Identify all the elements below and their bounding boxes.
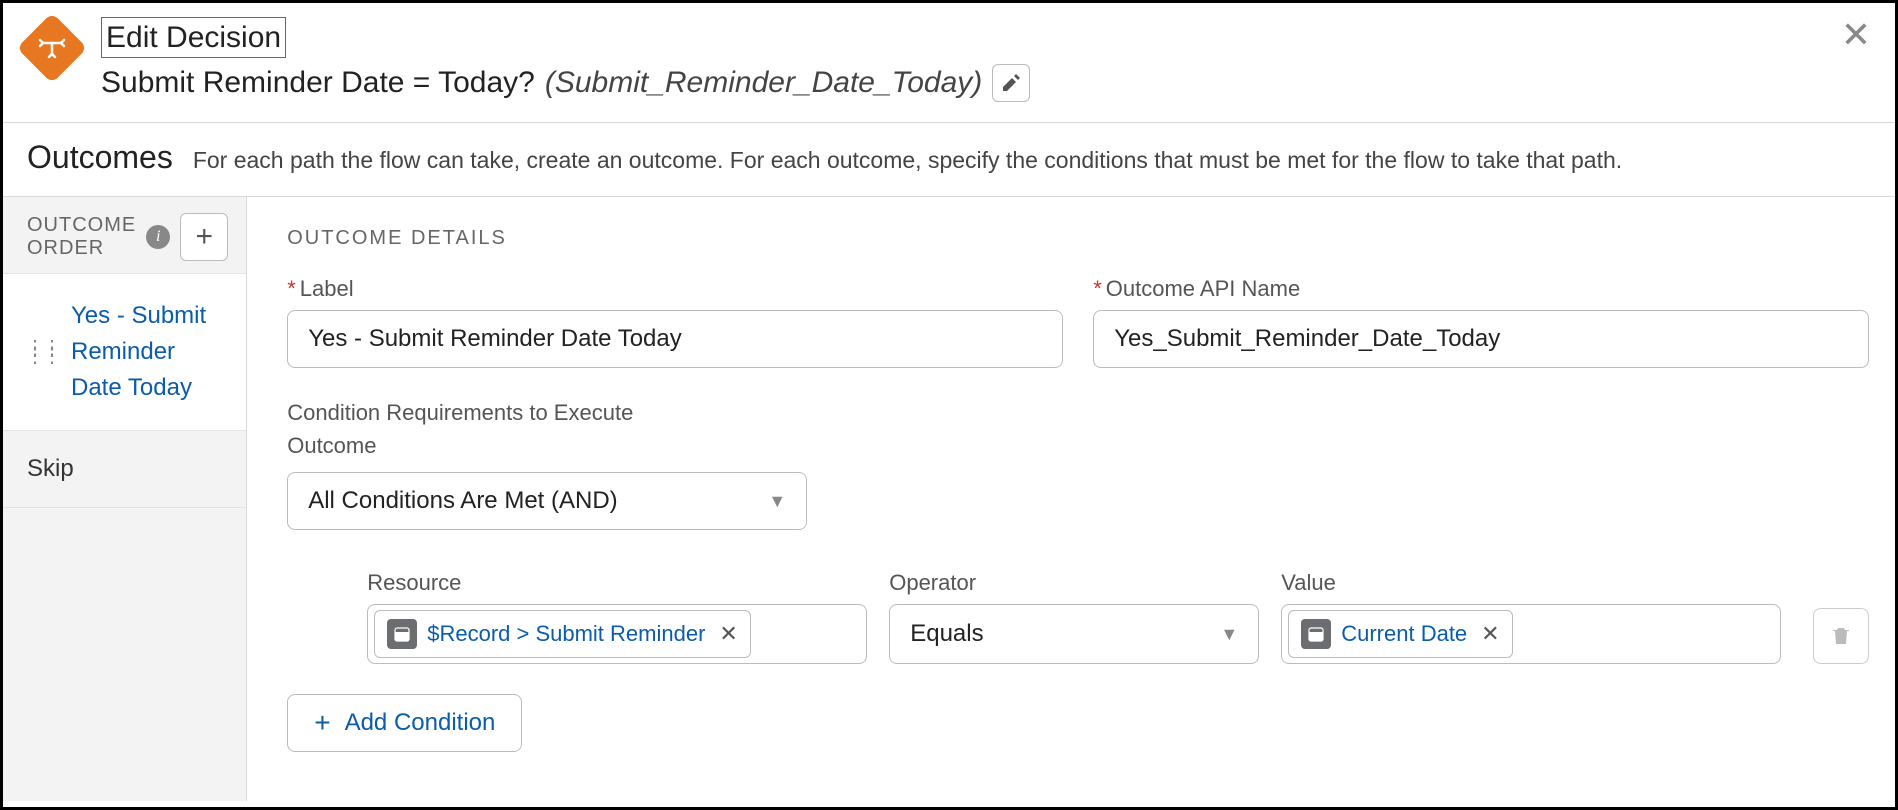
operator-select[interactable]: Equals ▼ bbox=[889, 604, 1259, 664]
outcome-item-label: Yes - Submit Reminder Date Today bbox=[71, 298, 226, 406]
value-clear-icon[interactable]: ✕ bbox=[1481, 621, 1499, 647]
edit-decision-modal: Edit Decision Submit Reminder Date = Tod… bbox=[0, 0, 1898, 810]
info-icon[interactable]: i bbox=[146, 225, 170, 249]
chevron-down-icon: ▼ bbox=[1220, 624, 1238, 645]
delete-condition-button[interactable] bbox=[1813, 608, 1869, 664]
label-input[interactable] bbox=[287, 310, 1063, 368]
modal-title: Edit Decision bbox=[101, 17, 286, 58]
decision-label: Submit Reminder Date = Today? bbox=[101, 66, 535, 100]
outcomes-description: For each path the flow can take, create … bbox=[193, 147, 1622, 174]
chevron-down-icon: ▼ bbox=[768, 491, 786, 512]
edit-label-button[interactable] bbox=[992, 64, 1030, 102]
outcome-item-yes[interactable]: ⋮⋮⋮⋮ Yes - Submit Reminder Date Today bbox=[3, 274, 246, 431]
outcome-details-panel: OUTCOME DETAILS *Label *Outcome API Name… bbox=[247, 197, 1898, 801]
resource-clear-icon[interactable]: ✕ bbox=[719, 621, 737, 647]
condition-row: Resource $Record > Submit Reminder ✕ Ope… bbox=[367, 570, 1869, 664]
add-condition-label: Add Condition bbox=[345, 709, 496, 737]
plus-icon: + bbox=[195, 220, 213, 254]
trash-icon bbox=[1829, 624, 1853, 648]
value-input[interactable]: Current Date ✕ bbox=[1281, 604, 1781, 664]
outcomes-header: Outcomes For each path the flow can take… bbox=[3, 123, 1895, 197]
outcomes-title: Outcomes bbox=[27, 139, 173, 176]
outcome-default-skip[interactable]: Skip bbox=[3, 431, 246, 508]
condition-requirements-value: All Conditions Are Met (AND) bbox=[308, 487, 617, 515]
resource-input[interactable]: $Record > Submit Reminder ✕ bbox=[367, 604, 867, 664]
drag-handle-icon[interactable]: ⋮⋮⋮⋮ bbox=[25, 344, 59, 360]
api-name-field-label: Outcome API Name bbox=[1106, 276, 1300, 301]
close-button[interactable]: ✕ bbox=[1841, 17, 1871, 53]
resource-pill-text: $Record > Submit Reminder bbox=[427, 621, 705, 647]
api-name-input[interactable] bbox=[1093, 310, 1869, 368]
outcome-details-heading: OUTCOME DETAILS bbox=[287, 227, 1869, 250]
value-column-label: Value bbox=[1281, 570, 1781, 596]
value-pill[interactable]: Current Date ✕ bbox=[1288, 610, 1512, 658]
label-field-label: Label bbox=[300, 276, 354, 301]
add-condition-button[interactable]: + Add Condition bbox=[287, 694, 522, 752]
date-icon bbox=[1301, 619, 1331, 649]
outcome-order-label: OUTCOME ORDER bbox=[27, 214, 136, 260]
resource-pill[interactable]: $Record > Submit Reminder ✕ bbox=[374, 610, 751, 658]
condition-requirements-select[interactable]: All Conditions Are Met (AND) ▼ bbox=[287, 472, 807, 530]
condition-requirements-label: Condition Requirements to Execute Outcom… bbox=[287, 396, 707, 462]
plus-icon: + bbox=[314, 707, 330, 739]
operator-column-label: Operator bbox=[889, 570, 1259, 596]
decision-icon bbox=[17, 13, 88, 84]
value-pill-text: Current Date bbox=[1341, 621, 1467, 647]
close-icon: ✕ bbox=[1841, 14, 1871, 55]
operator-value: Equals bbox=[910, 620, 983, 648]
pencil-icon bbox=[1001, 73, 1021, 93]
decision-api-name: (Submit_Reminder_Date_Today) bbox=[545, 66, 982, 100]
date-icon bbox=[387, 619, 417, 649]
modal-header: Edit Decision Submit Reminder Date = Tod… bbox=[3, 3, 1895, 123]
resource-column-label: Resource bbox=[367, 570, 867, 596]
add-outcome-button[interactable]: + bbox=[180, 213, 228, 261]
outcome-order-sidebar: OUTCOME ORDER i + ⋮⋮⋮⋮ Yes - Submit Remi… bbox=[3, 197, 247, 801]
